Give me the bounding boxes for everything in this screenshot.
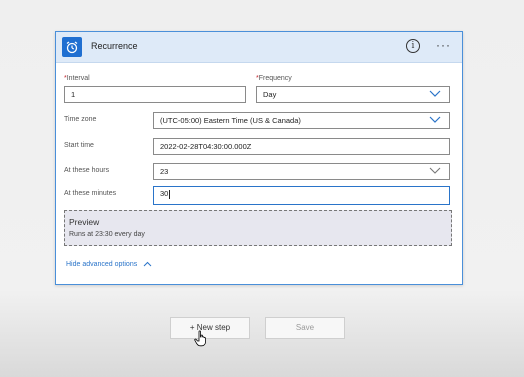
interval-value: 1 bbox=[71, 90, 76, 99]
preview-box: Preview Runs at 23:30 every day bbox=[64, 210, 452, 246]
hide-advanced-options-label: Hide advanced options bbox=[66, 261, 138, 268]
interval-field[interactable]: 1 bbox=[64, 86, 246, 103]
frequency-label-text: Frequency bbox=[258, 75, 292, 82]
save-button[interactable]: Save bbox=[265, 317, 345, 339]
frequency-label: *Frequency bbox=[256, 75, 292, 82]
chevron-down-icon bbox=[429, 167, 441, 174]
hide-advanced-options-link[interactable]: Hide advanced options bbox=[66, 261, 152, 268]
minutes-value: 30 bbox=[160, 189, 169, 198]
start-time-value: 2022-02-28T04:30:00.000Z bbox=[160, 142, 252, 151]
new-step-button[interactable]: + New step bbox=[170, 317, 250, 339]
chevron-up-icon bbox=[143, 261, 152, 267]
chevron-down-icon bbox=[429, 116, 441, 123]
more-options-icon[interactable]: ··· bbox=[436, 38, 451, 52]
interval-label: *Interval bbox=[64, 75, 90, 82]
time-zone-value: (UTC-05:00) Eastern Time (US & Canada) bbox=[160, 116, 301, 125]
chevron-down-icon bbox=[429, 90, 441, 97]
preview-text: Runs at 23:30 every day bbox=[69, 231, 145, 238]
start-time-field[interactable]: 2022-02-28T04:30:00.000Z bbox=[153, 138, 450, 155]
time-zone-label: Time zone bbox=[64, 116, 97, 123]
alarm-clock-icon bbox=[62, 37, 82, 57]
minutes-field[interactable]: 30 bbox=[153, 186, 450, 205]
text-caret bbox=[169, 189, 171, 199]
hours-label: At these hours bbox=[64, 167, 110, 174]
minutes-label: At these minutes bbox=[64, 190, 117, 197]
info-icon[interactable]: i bbox=[406, 39, 420, 53]
recurrence-card: Recurrence i ··· *Interval 1 *Frequency … bbox=[55, 31, 463, 285]
start-time-label: Start time bbox=[64, 142, 94, 149]
card-title: Recurrence bbox=[91, 41, 138, 51]
time-zone-dropdown[interactable]: (UTC-05:00) Eastern Time (US & Canada) bbox=[153, 112, 450, 129]
hours-dropdown[interactable]: 23 bbox=[153, 163, 450, 180]
frequency-value: Day bbox=[263, 90, 277, 99]
hand-cursor-icon bbox=[194, 330, 206, 347]
interval-label-text: Interval bbox=[66, 75, 90, 82]
frequency-dropdown[interactable]: Day bbox=[256, 86, 450, 103]
hours-value: 23 bbox=[160, 167, 169, 176]
preview-title: Preview bbox=[69, 217, 100, 227]
card-header[interactable]: Recurrence i ··· bbox=[56, 32, 462, 63]
